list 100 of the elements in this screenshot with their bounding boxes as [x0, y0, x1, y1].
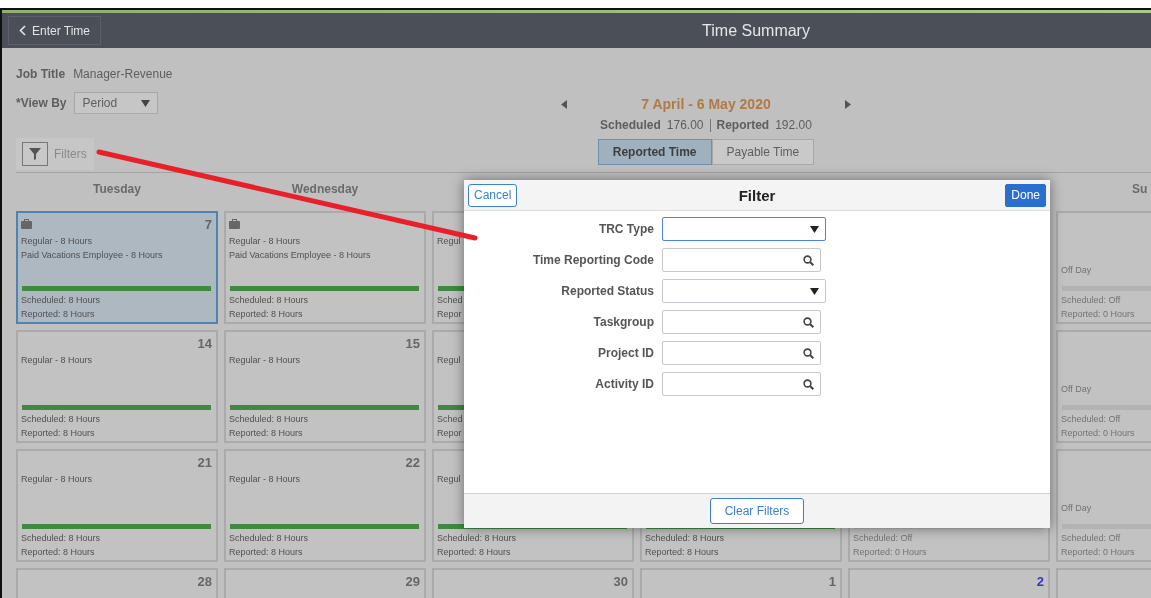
day-cell[interactable]: 29: [224, 568, 426, 598]
day-cell[interactable]: 21 Regular - 8 Hours Scheduled: 8 Hours Reported: 8 Hours: [16, 449, 218, 562]
done-button[interactable]: Done: [1005, 183, 1046, 207]
search-field[interactable]: [662, 310, 821, 334]
day-number: 29: [405, 573, 420, 589]
off-day-note: Off Day: [1061, 503, 1093, 513]
off-day-note: Off Day: [1061, 265, 1093, 275]
reported-hours: Repor: [437, 309, 463, 319]
search-icon: [803, 316, 814, 328]
time-entry: Regul: [437, 474, 462, 484]
scheduled-hours: Scheduled: Off: [1061, 414, 1122, 424]
cancel-button[interactable]: Cancel: [468, 183, 518, 207]
time-entry: Regular - 8 Hours: [229, 236, 302, 246]
scheduled-hours: Scheduled: 8 Hours: [21, 295, 102, 305]
field-label: Activity ID: [594, 377, 654, 391]
scheduled-hours: Scheduled: 8 Hours: [21, 533, 102, 543]
scheduled-hours: Scheduled: Off: [853, 533, 914, 543]
time-entry: Regular - 8 Hours: [229, 355, 302, 365]
day-number: 28: [197, 573, 212, 589]
dropdown-field[interactable]: [662, 279, 826, 303]
day-cell[interactable]: 30: [432, 568, 634, 598]
time-entry: Regul: [437, 355, 462, 365]
field-label: Reported Status: [560, 284, 654, 298]
reported-label: Reported: [716, 118, 770, 132]
page-title: Time Summary: [702, 21, 810, 40]
reported-hours: Reported: 8 Hours: [21, 309, 96, 319]
reported-value: 192.00: [775, 118, 812, 132]
time-entry: Regular - 8 Hours: [21, 236, 94, 246]
reported-hours: Reported: 8 Hours: [645, 547, 720, 557]
day-cell[interactable]: Off Day Scheduled: Off Reported: 0 Hours: [1056, 449, 1151, 562]
day-cell[interactable]: 22 Regular - 8 Hours Scheduled: 8 Hours Reported: 8 Hours: [224, 449, 426, 562]
view-tab[interactable]: Payable Time: [711, 139, 815, 165]
day-cell[interactable]: 2: [848, 568, 1050, 598]
view-by-select[interactable]: Period: [74, 92, 159, 114]
reported-hours: Reported: 8 Hours: [21, 428, 96, 438]
day-cell[interactable]: 7 Regular - 8 Hours Paid Vacations Employee - 8 Hours Scheduled: 8 Hours Reported: 8 Hours: [16, 211, 218, 324]
chevron-left-icon: [19, 25, 26, 36]
field-label: Taskgroup: [592, 315, 654, 329]
day-cell[interactable]: 15 Regular - 8 Hours Scheduled: 8 Hours Reported: 8 Hours: [224, 330, 426, 443]
search-icon: [803, 254, 814, 266]
search-field[interactable]: [662, 248, 821, 272]
day-cell[interactable]: 1: [640, 568, 842, 598]
day-cell[interactable]: Off Day Scheduled: Off Reported: 0 Hours: [1056, 211, 1151, 324]
scheduled-hours: Scheduled: 8 Hours: [229, 414, 310, 424]
time-entry: Regular - 8 Hours: [229, 474, 302, 484]
day-cell[interactable]: Regular - 8 Hours Paid Vacations Employee - 8 Hours Scheduled: 8 Hours Reported: 8 Hours: [224, 211, 426, 324]
day-number: 21: [197, 454, 212, 470]
day-number: 7: [204, 216, 212, 232]
field-label: TRC Type: [597, 222, 654, 236]
dropdown-caret-icon: [810, 225, 819, 233]
time-entry: Paid Vacations Employee - 8 Hours: [229, 250, 372, 260]
day-number: 15: [405, 335, 420, 351]
reported-hours: Repor: [437, 428, 463, 438]
scheduled-hours: Scheduled: 8 Hours: [645, 533, 726, 543]
scheduled-hours: Scheduled: 8 Hours: [229, 295, 310, 305]
day-cell[interactable]: 28: [16, 568, 218, 598]
day-number: 30: [613, 573, 628, 589]
reported-hours: Reported: 8 Hours: [21, 547, 96, 557]
scheduled-hours: Scheduled: 8 Hours: [21, 414, 102, 424]
reported-hours: Reported: 0 Hours: [1061, 547, 1136, 557]
search-field[interactable]: [662, 341, 821, 365]
filter-icon: [29, 148, 41, 160]
view-tab[interactable]: Reported Time: [597, 139, 712, 165]
field-label: *View By: [16, 96, 67, 110]
reported-hours: Reported: 0 Hours: [1061, 428, 1136, 438]
time-entry: Regular - 8 Hours: [21, 355, 94, 365]
weekday-heading: Wednesday: [291, 182, 359, 196]
reported-hours: Reported: 8 Hours: [229, 309, 304, 319]
dropdown-field[interactable]: [662, 217, 826, 241]
time-entry: Regular - 8 Hours: [21, 474, 94, 484]
next-arrow-icon[interactable]: [845, 99, 851, 109]
reported-hours: Reported: 0 Hours: [1061, 309, 1136, 319]
scheduled-hours: Sched: [437, 295, 464, 305]
day-number: 1: [828, 573, 836, 589]
day-cell[interactable]: 14 Regular - 8 Hours Scheduled: 8 Hours Reported: 8 Hours: [16, 330, 218, 443]
field-label: Job Title: [16, 67, 66, 81]
reported-hours: Reported: 0 Hours: [853, 547, 928, 557]
previous-arrow-icon[interactable]: [561, 99, 567, 109]
day-cell[interactable]: Off Day Scheduled: Off Reported: 0 Hours: [1056, 330, 1151, 443]
period-range: 7 April - 6 May 2020: [641, 96, 771, 112]
day-number: 14: [197, 335, 212, 351]
time-entry: Paid Vacations Employee - 8 Hours: [21, 250, 164, 260]
dropdown-caret-icon: [810, 287, 819, 295]
reported-hours: Reported: 8 Hours: [437, 547, 512, 557]
off-day-note: Off Day: [1061, 384, 1093, 394]
scheduled-hours: Scheduled: Off: [1061, 295, 1122, 305]
clear-filters-button[interactable]: Clear Filters: [709, 498, 805, 524]
day-number: 22: [405, 454, 420, 470]
time-entry: Regul: [437, 236, 462, 246]
scheduled-hours: Scheduled: 8 Hours: [229, 533, 310, 543]
field-label: Project ID: [597, 346, 654, 360]
scheduled-value: 176.00: [666, 118, 704, 132]
dialog-title: Filter: [738, 186, 776, 204]
reported-hours: Reported: 8 Hours: [229, 428, 304, 438]
weekday-heading: Su: [1132, 182, 1148, 196]
dropdown-caret-icon: [141, 99, 151, 107]
search-field[interactable]: [662, 372, 821, 396]
back-button[interactable]: Enter Time: [8, 16, 102, 45]
weekday-heading: Tuesday: [93, 182, 141, 196]
scheduled-hours: Scheduled: 8 Hours: [437, 533, 518, 543]
